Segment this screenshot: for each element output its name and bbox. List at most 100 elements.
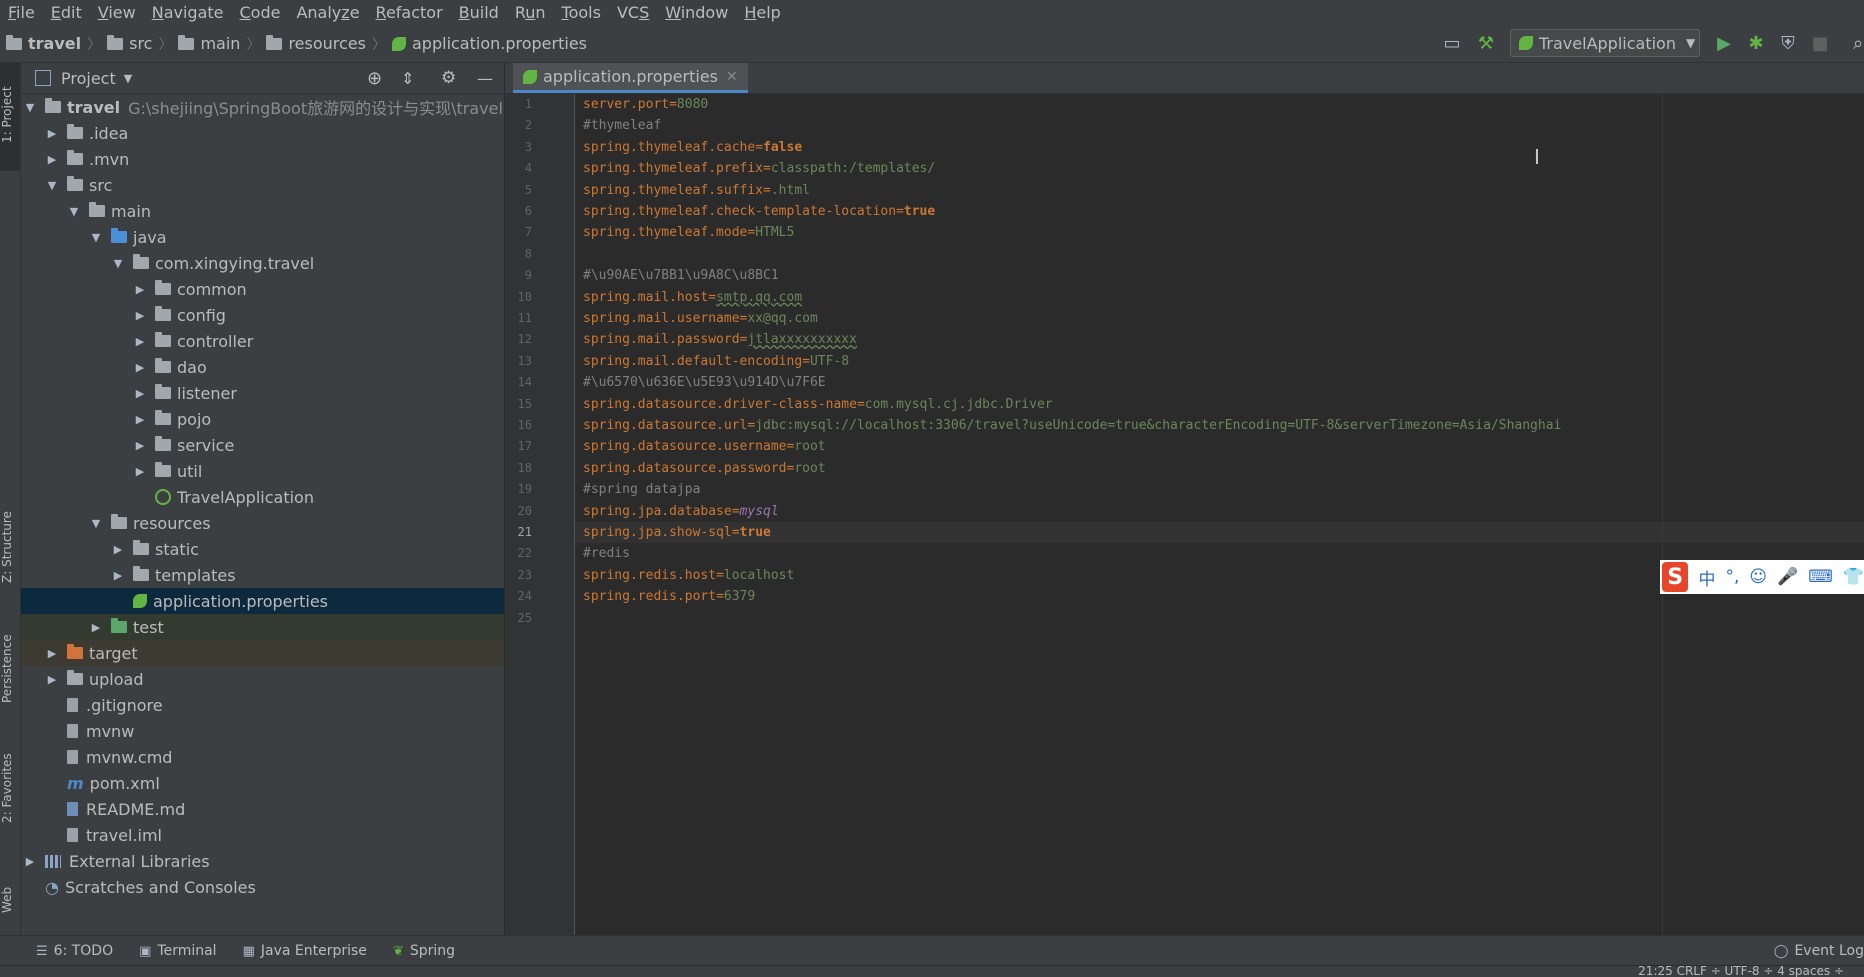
tree-node-target[interactable]: ▶ target <box>21 640 504 666</box>
menu-vcs[interactable]: VCS <box>609 0 657 25</box>
code-line[interactable]: spring.thymeleaf.cache=false <box>583 137 802 158</box>
ime-chinese-mode-icon[interactable]: 中 <box>1698 565 1715 590</box>
code-line[interactable]: spring.redis.host=localhost <box>583 565 794 586</box>
code-line[interactable]: spring.thymeleaf.prefix=classpath:/templ… <box>583 158 935 179</box>
tree-node-travel-application[interactable]: TravelApplication <box>21 484 314 510</box>
tree-node-java[interactable]: ▼ java <box>21 224 167 250</box>
expanded-arrow-icon[interactable]: ▼ <box>45 179 59 192</box>
coverage-icon[interactable]: ⛨ <box>1776 31 1800 55</box>
tree-node-service[interactable]: ▶ service <box>21 432 235 458</box>
collapsed-arrow-icon[interactable]: ▶ <box>45 647 59 660</box>
menu-code[interactable]: Code <box>232 0 289 25</box>
menu-edit[interactable]: Edit <box>43 0 90 25</box>
tree-node-mvnw[interactable]: mvnw <box>21 718 134 744</box>
collapsed-arrow-icon[interactable]: ▶ <box>133 387 147 400</box>
tool-tab-web[interactable]: Web <box>0 887 14 913</box>
collapse-all-icon[interactable]: ⇕ <box>401 69 414 88</box>
tree-node-dao[interactable]: ▶ dao <box>21 354 207 380</box>
code-line[interactable]: spring.mail.password=jtlaxxxxxxxxxx <box>583 329 857 350</box>
collapsed-arrow-icon[interactable]: ▶ <box>111 569 125 582</box>
code-line[interactable]: #\u90AE\u7BB1\u9A8C\u8BC1 <box>583 265 779 286</box>
code-line[interactable]: spring.datasource.url=jdbc:mysql://local… <box>583 415 1561 436</box>
tree-node-templates[interactable]: ▶ templates <box>21 562 236 588</box>
menu-run[interactable]: Run <box>507 0 554 25</box>
breadcrumb-resources[interactable]: resources <box>288 34 366 53</box>
tree-node-src[interactable]: ▼ src <box>21 172 113 198</box>
code-line[interactable]: #redis <box>583 543 630 564</box>
tree-node-main[interactable]: ▼ main <box>21 198 151 224</box>
code-line[interactable]: spring.mail.username=xx@qq.com <box>583 308 818 329</box>
java-enterprise-tab[interactable]: ▦ Java Enterprise <box>243 943 367 959</box>
tool-tab-project[interactable]: 1: Project <box>0 86 14 143</box>
tree-node-common[interactable]: ▶ common <box>21 276 247 302</box>
code-line[interactable]: spring.mail.host=smtp.qq.com <box>583 287 802 308</box>
ime-toolbar[interactable]: S 中 °, ☺ 🎤 ⌨ 👕 <box>1660 560 1864 594</box>
tree-node-external-libraries[interactable]: ▶ External Libraries <box>21 848 210 874</box>
code-line[interactable]: spring.jpa.database=mysql <box>583 501 779 522</box>
collapsed-arrow-icon[interactable]: ▶ <box>45 127 59 140</box>
run-icon[interactable]: ▶ <box>1712 31 1736 55</box>
breadcrumb-file[interactable]: application.properties <box>412 34 587 53</box>
tree-node-gitignore[interactable]: .gitignore <box>21 692 163 718</box>
expanded-arrow-icon[interactable]: ▼ <box>89 517 103 530</box>
collapsed-arrow-icon[interactable]: ▶ <box>133 283 147 296</box>
tree-node-upload[interactable]: ▶ upload <box>21 666 144 692</box>
expanded-arrow-icon[interactable]: ▼ <box>111 257 125 270</box>
ime-skin-icon[interactable]: 👕 <box>1843 567 1864 587</box>
build-hammer-icon[interactable]: ⚒ <box>1474 31 1498 55</box>
tree-node-static[interactable]: ▶ static <box>21 536 199 562</box>
tree-node-readme[interactable]: README.md <box>21 796 185 822</box>
collapsed-arrow-icon[interactable]: ▶ <box>45 673 59 686</box>
tree-node-root[interactable]: ▼ travel G:\shejiing\SpringBoot旅游网的设计与实现\… <box>21 94 504 120</box>
tree-node-util[interactable]: ▶ util <box>21 458 203 484</box>
code-line[interactable]: spring.thymeleaf.mode=HTML5 <box>583 222 794 243</box>
collapsed-arrow-icon[interactable]: ▶ <box>133 361 147 374</box>
menu-view[interactable]: View <box>90 0 144 25</box>
menu-refactor[interactable]: Refactor <box>368 0 451 25</box>
expanded-arrow-icon[interactable]: ▼ <box>67 205 81 218</box>
expanded-arrow-icon[interactable]: ▼ <box>89 231 103 244</box>
run-configuration-select[interactable]: TravelApplication ▼ <box>1510 29 1700 57</box>
stop-icon[interactable]: ■ <box>1808 31 1832 55</box>
tree-node-listener[interactable]: ▶ listener <box>21 380 237 406</box>
menu-navigate[interactable]: Navigate <box>144 0 232 25</box>
code-line[interactable]: #\u6570\u636E\u5E93\u914D\u7F6E <box>583 372 826 393</box>
ime-keyboard-icon[interactable]: ⌨ <box>1808 567 1833 587</box>
breadcrumb-main[interactable]: main <box>200 34 240 53</box>
tree-node-mvnw-cmd[interactable]: mvnw.cmd <box>21 744 172 770</box>
ime-punctuation-icon[interactable]: °, <box>1725 567 1739 587</box>
tree-node-controller[interactable]: ▶ controller <box>21 328 254 354</box>
menu-tools[interactable]: Tools <box>554 0 609 25</box>
gear-icon[interactable]: ⚙ <box>441 68 456 88</box>
tree-node-scratches[interactable]: ◔ Scratches and Consoles <box>21 874 256 900</box>
tree-node-application-properties[interactable]: application.properties <box>21 588 504 614</box>
status-text[interactable]: 21:25 CRLF ÷ UTF-8 ÷ 4 spaces ÷ <box>1638 966 1844 977</box>
menu-analyze[interactable]: Analyze <box>288 0 367 25</box>
menu-window[interactable]: Window <box>657 0 736 25</box>
code-line[interactable]: spring.redis.port=6379 <box>583 586 755 607</box>
code-line[interactable]: spring.datasource.username=root <box>583 436 826 457</box>
collapsed-arrow-icon[interactable]: ▶ <box>45 153 59 166</box>
tree-node-travel-iml[interactable]: travel.iml <box>21 822 162 848</box>
code-line[interactable]: #thymeleaf <box>583 115 661 136</box>
tree-node-resources[interactable]: ▼ resources <box>21 510 211 536</box>
code-line[interactable]: #spring datajpa <box>583 479 700 500</box>
menu-help[interactable]: Help <box>736 0 788 25</box>
breadcrumb-project[interactable]: travel <box>28 34 81 53</box>
code-editor[interactable]: server.port=8080 #thymeleaf spring.thymele… <box>575 94 1864 935</box>
menu-file[interactable]: File <box>0 0 43 25</box>
event-log-tab[interactable]: ◯ Event Log <box>1774 943 1864 959</box>
editor-tab-application-properties[interactable]: application.properties ✕ <box>513 63 748 93</box>
tree-node-mvn[interactable]: ▶ .mvn <box>21 146 130 172</box>
collapsed-arrow-icon[interactable]: ▶ <box>133 439 147 452</box>
dropdown-arrow-icon[interactable]: ▼ <box>124 72 132 85</box>
collapsed-arrow-icon[interactable]: ▶ <box>133 413 147 426</box>
tree-node-test[interactable]: ▶ test <box>21 614 504 640</box>
code-line[interactable]: spring.datasource.driver-class-name=com.… <box>583 394 1053 415</box>
tree-node-idea[interactable]: ▶ .idea <box>21 120 129 146</box>
code-line[interactable]: spring.mail.default-encoding=UTF-8 <box>583 351 849 372</box>
search-icon[interactable]: ⌕ <box>1846 31 1864 55</box>
debug-icon[interactable]: ✱ <box>1744 31 1768 55</box>
breadcrumb-src[interactable]: src <box>129 34 152 53</box>
collapsed-arrow-icon[interactable]: ▶ <box>133 465 147 478</box>
